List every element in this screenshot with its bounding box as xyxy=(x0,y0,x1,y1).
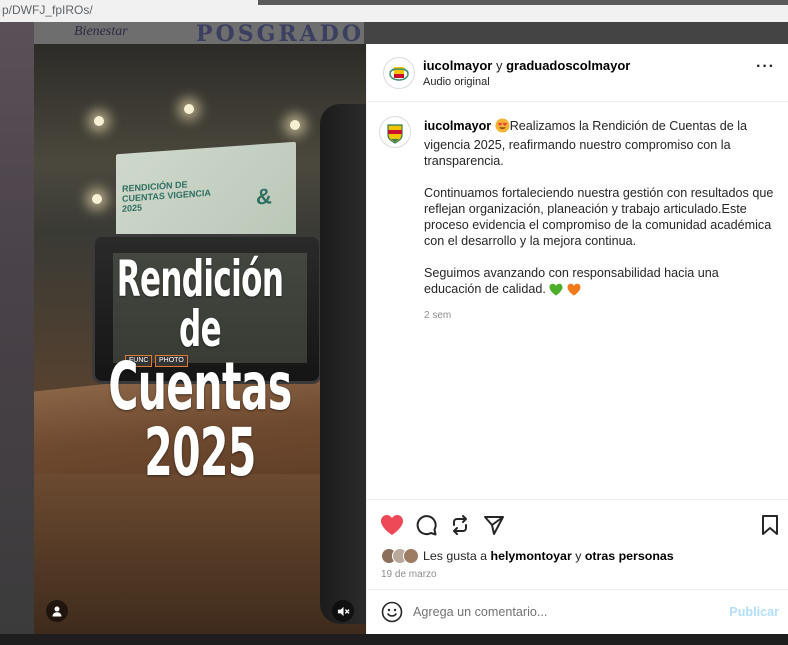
ceiling-light xyxy=(184,104,194,114)
green-heart-icon xyxy=(549,283,563,300)
author-name[interactable]: iucolmayor xyxy=(423,58,492,73)
caption-username[interactable]: iucolmayor xyxy=(424,119,491,133)
post-actions: Les gusta a helymontoyar y otras persona… xyxy=(367,499,788,589)
liker-avatar xyxy=(403,548,419,564)
save-bookmark-icon[interactable] xyxy=(757,512,783,538)
share-icon[interactable] xyxy=(481,512,507,538)
browser-url-strip: p/DWFJ_fpIROs/ xyxy=(0,0,788,22)
audio-label[interactable]: Audio original xyxy=(423,76,490,88)
post-video[interactable]: RENDICIÓN DE CUENTAS VIGENCIA 2025 & FUN… xyxy=(34,44,366,634)
user-icon[interactable] xyxy=(46,600,68,622)
video-title-line2: Cuentas 2025 xyxy=(108,348,292,491)
volume-muted-icon[interactable] xyxy=(332,600,354,622)
authors-connector: y xyxy=(492,58,507,73)
caption-time[interactable]: 2 sem xyxy=(424,308,774,324)
likes-summary: Les gusta a helymontoyar y otras persona… xyxy=(381,548,674,564)
projection-screen-text: RENDICIÓN DE CUENTAS VIGENCIA 2025 xyxy=(122,179,211,214)
post-header: iucolmayor y graduadoscolmayor Audio ori… xyxy=(367,44,788,102)
likes-mid: y xyxy=(571,549,585,563)
video-floor xyxy=(34,474,366,634)
background-sidebar xyxy=(0,22,34,645)
ceiling-light xyxy=(94,116,104,126)
ceiling-light xyxy=(92,194,102,204)
post-details-panel: iucolmayor y graduadoscolmayor Audio ori… xyxy=(366,44,788,634)
caption-paragraph-2: Continuamos fortaleciendo nuestra gestió… xyxy=(424,186,774,248)
author-avatar[interactable] xyxy=(383,57,415,89)
background-right-area xyxy=(364,22,788,44)
foreground-camera xyxy=(320,104,366,624)
url-text[interactable]: p/DWFJ_fpIROs/ xyxy=(2,3,93,17)
caption-avatar[interactable] xyxy=(379,116,411,148)
repost-icon[interactable] xyxy=(447,512,473,538)
emoji-picker-icon[interactable] xyxy=(381,601,403,623)
projection-logo: & xyxy=(256,183,272,210)
orange-heart-icon xyxy=(567,283,581,300)
comment-icon[interactable] xyxy=(413,512,439,538)
smiling-heart-eyes-icon xyxy=(495,118,510,137)
video-ceiling xyxy=(34,44,366,164)
background-banner-text: Bienestar xyxy=(74,24,128,39)
comment-bar: Publicar xyxy=(367,589,788,634)
post-authors: iucolmayor y graduadoscolmayor xyxy=(423,58,630,73)
publish-button[interactable]: Publicar xyxy=(729,605,779,619)
post-date[interactable]: 19 de marzo xyxy=(381,569,437,580)
like-heart-icon[interactable] xyxy=(379,512,405,538)
browser-divider xyxy=(258,0,788,5)
post-caption: iucolmayor Realizamos la Rendición de Cu… xyxy=(367,102,788,497)
likes-others[interactable]: otras personas xyxy=(585,549,674,563)
comment-input[interactable] xyxy=(413,602,713,622)
video-title: Rendición de Cuentas 2025 xyxy=(97,254,303,486)
likes-prefix: Les gusta a xyxy=(423,549,491,563)
video-title-line1: Rendición de xyxy=(116,250,284,358)
coauthor-name[interactable]: graduadoscolmayor xyxy=(506,58,630,73)
caption-text: iucolmayor Realizamos la Rendición de Cu… xyxy=(424,118,774,324)
more-options-icon[interactable]: ··· xyxy=(756,58,775,76)
ceiling-light xyxy=(290,120,300,130)
liker-avatars[interactable] xyxy=(381,548,419,564)
background-bottom-strip xyxy=(0,634,788,645)
likes-user[interactable]: helymontoyar xyxy=(491,549,572,563)
